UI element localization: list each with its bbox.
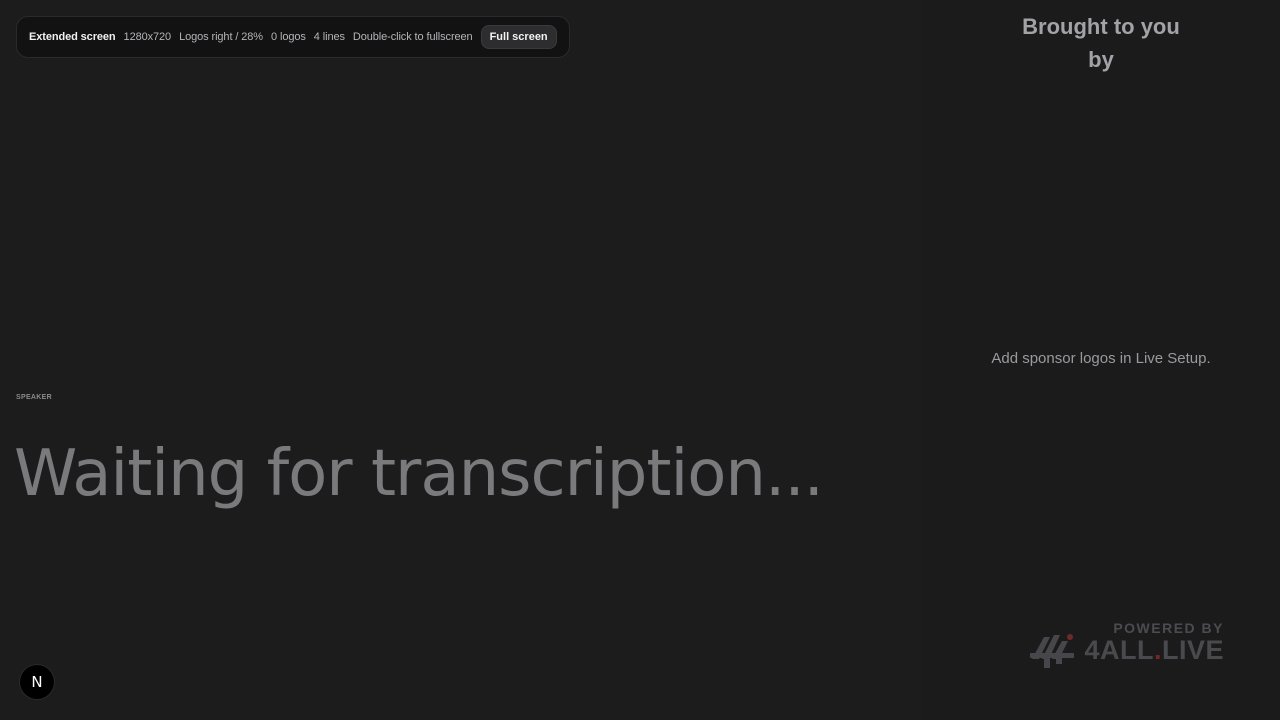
n-avatar-button[interactable]: N [20, 665, 54, 699]
sponsor-heading: Brought to you by [922, 10, 1280, 76]
sponsor-heading-line2: by [1088, 47, 1114, 72]
resolution-label: 1280x720 [123, 31, 172, 43]
fullscreen-hint: Double-click to fullscreen [352, 31, 473, 43]
fullscreen-button[interactable]: Full screen [480, 25, 557, 49]
brand-wordmark: 4ALL.LIVE [1084, 635, 1224, 666]
extended-screen: Extended screen 1280x720 Logos right / 2… [0, 0, 1280, 720]
powered-by-label: POWERED BY [1113, 620, 1224, 636]
sponsor-heading-line1: Brought to you [1022, 14, 1180, 39]
screen-mode-label: Extended screen [29, 31, 116, 43]
sponsor-panel: Brought to you by Add sponsor logos in L… [922, 0, 1280, 720]
sponsor-empty-hint: Add sponsor logos in Live Setup. [991, 350, 1211, 367]
brand-prefix: 4ALL [1084, 635, 1154, 665]
screen-info-toolbar: Extended screen 1280x720 Logos right / 2… [16, 16, 570, 58]
brand-dot: . [1153, 635, 1162, 665]
powered-by-badge: POWERED BY 4ALL.LIVE [1030, 619, 1224, 669]
brand-suffix: LIVE [1161, 635, 1224, 665]
speaker-label: SPEAKER [16, 394, 52, 401]
brand-mark-icon [1030, 634, 1074, 668]
logos-count-label: 0 logos [271, 31, 306, 43]
lines-count-label: 4 lines [313, 31, 345, 43]
logos-position-label: Logos right / 28% [179, 31, 263, 43]
transcription-panel: Extended screen 1280x720 Logos right / 2… [0, 0, 922, 720]
transcript-text: Waiting for transcription... [14, 437, 824, 511]
n-letter: N [31, 673, 43, 691]
